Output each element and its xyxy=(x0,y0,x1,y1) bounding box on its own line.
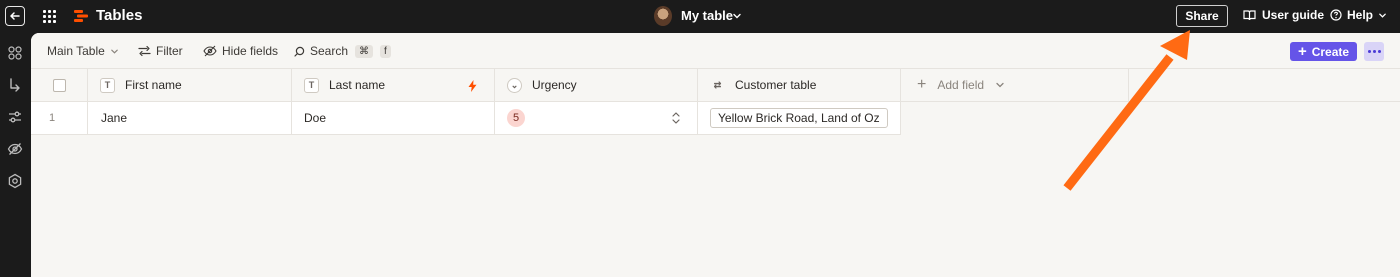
chevron-down-icon[interactable] xyxy=(732,11,742,21)
column-header-urgency[interactable]: ⌄ Urgency xyxy=(495,69,698,101)
eye-off-icon[interactable] xyxy=(7,141,23,157)
select-arrows-icon[interactable] xyxy=(671,111,681,125)
search-label: Search xyxy=(310,44,349,58)
app-title: Tables xyxy=(96,7,143,24)
chevron-down-icon xyxy=(1379,13,1386,18)
select-all-checkbox[interactable] xyxy=(52,78,66,92)
user-guide-label: User guide xyxy=(1262,8,1325,22)
left-rail xyxy=(0,33,31,277)
top-bar: Tables My table Share User guide Help xyxy=(0,0,1400,33)
create-button[interactable]: + Create xyxy=(1290,42,1357,61)
urgency-badge: 5 xyxy=(507,109,525,127)
search-icon xyxy=(294,46,305,57)
linked-record-type-icon: ⇄ xyxy=(713,79,722,90)
layout-icon[interactable] xyxy=(7,45,23,61)
view-label: Main Table xyxy=(47,44,105,58)
user-guide-link[interactable]: User guide xyxy=(1243,8,1324,22)
text-type-icon: T xyxy=(100,77,115,93)
filter-icon xyxy=(138,45,151,57)
tables-logo-icon xyxy=(74,10,88,22)
share-label: Share xyxy=(1185,9,1219,23)
add-field-button[interactable]: + Add field xyxy=(901,69,1129,101)
main-panel: Main Table Filter Hide fields Search ⌘ f… xyxy=(31,33,1400,277)
chevron-down-icon xyxy=(111,49,118,54)
linked-record-chip[interactable]: Yellow Brick Road, Land of Oz xyxy=(710,108,888,128)
cell-first-name[interactable]: Jane xyxy=(88,102,292,134)
eye-off-icon xyxy=(203,45,217,57)
dropdown-type-icon: ⌄ xyxy=(507,77,522,93)
share-button[interactable]: Share xyxy=(1176,5,1228,27)
help-menu[interactable]: Help xyxy=(1330,8,1387,22)
app-grid-icon[interactable] xyxy=(43,10,56,23)
row-index: 1 xyxy=(31,102,88,134)
search-button[interactable]: Search ⌘ f xyxy=(294,44,391,58)
text-type-icon: T xyxy=(304,77,319,93)
settings-gear-icon[interactable] xyxy=(7,173,23,189)
help-label: Help xyxy=(1347,8,1374,22)
sliders-icon[interactable] xyxy=(7,109,23,125)
book-icon xyxy=(1243,10,1256,21)
column-header-first-name[interactable]: T First name xyxy=(88,69,292,101)
column-label: Urgency xyxy=(532,78,577,92)
filter-button[interactable]: Filter xyxy=(138,44,183,58)
automation-arrow-icon[interactable] xyxy=(7,77,23,93)
back-arrow-icon[interactable] xyxy=(5,6,25,26)
plus-icon: + xyxy=(917,76,927,93)
table-name[interactable]: My table xyxy=(681,8,733,23)
chevron-down-icon xyxy=(996,82,1004,88)
hide-fields-button[interactable]: Hide fields xyxy=(203,44,278,58)
column-label: Last name xyxy=(329,78,386,92)
cell-urgency[interactable]: 5 xyxy=(495,102,698,134)
cell-last-name[interactable]: Doe xyxy=(292,102,495,134)
column-label: First name xyxy=(125,78,182,92)
help-icon xyxy=(1330,9,1342,21)
column-header-customer-table[interactable]: ⇄ Customer table xyxy=(698,69,901,101)
shortcut-key-cmd: ⌘ xyxy=(355,44,374,58)
cell-customer-table[interactable]: Yellow Brick Road, Land of Oz xyxy=(698,102,901,134)
avatar xyxy=(654,6,672,26)
column-header-last-name[interactable]: T Last name xyxy=(292,69,495,101)
more-options-button[interactable] xyxy=(1364,42,1384,61)
table-header-row: T First name T Last name ⌄ Urgency ⇄ Cus… xyxy=(31,69,1400,102)
view-selector[interactable]: Main Table xyxy=(47,44,119,58)
plus-icon: + xyxy=(1297,43,1307,60)
lightning-bolt-icon[interactable] xyxy=(468,80,477,92)
table-row[interactable]: 1 Jane Doe 5 Yellow Brick Road, Land of … xyxy=(31,102,901,135)
shortcut-key-f: f xyxy=(380,44,391,58)
hide-fields-label: Hide fields xyxy=(222,44,279,58)
view-toolbar: Main Table Filter Hide fields Search ⌘ f… xyxy=(31,33,1400,69)
create-label: Create xyxy=(1311,44,1350,59)
add-field-label: Add field xyxy=(937,78,985,92)
filter-label: Filter xyxy=(156,44,183,58)
select-all-cell xyxy=(31,69,88,101)
column-label: Customer table xyxy=(735,78,817,92)
